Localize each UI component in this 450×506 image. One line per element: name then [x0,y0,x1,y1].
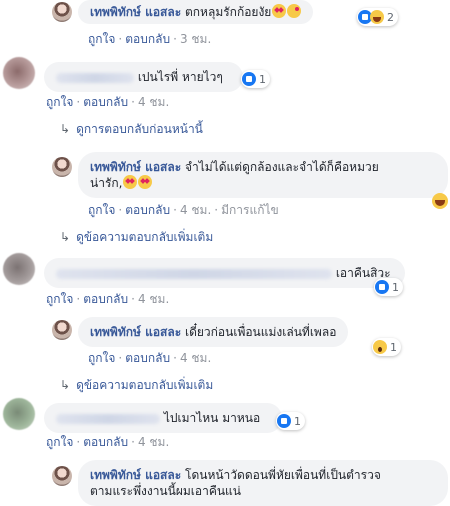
avatar[interactable] [3,57,35,89]
comment-time[interactable]: 4 ชม. [180,203,211,217]
comment-time[interactable]: 4 ชม. [138,95,169,109]
like-icon [277,414,291,428]
laughing-emoji [432,193,448,209]
comment-actions: ถูกใจ · ตอบกลับ · 3 ชม. [88,32,212,46]
reaction-summary[interactable]: 1 [372,338,401,356]
comment-text-line2: ตามแระพึ่งงานนี้ผมเอาคืนแน่ [90,484,241,498]
reply-arrow-icon: ↳ [60,230,71,244]
comment-bubble: เทพพิทักษ์ แอสละ ตกหลุมรักก้อยงัย [78,0,314,24]
reaction-summary[interactable]: 1 [276,412,305,430]
comment-actions: ถูกใจ · ตอบกลับ · 4 ชม. [46,435,170,449]
comment-author[interactable]: เทพพิทักษ์ แอสละ [90,5,181,19]
view-more-replies[interactable]: ↳ ดูข้อความตอบกลับเพิ่มเติม [60,376,213,395]
heart-eyes-emoji [123,175,138,189]
like-link[interactable]: ถูกใจ [46,435,73,449]
toggle-label: ดูข้อความตอบกลับเพิ่มเติม [76,378,214,392]
like-link[interactable]: ถูกใจ [88,351,115,365]
comment-actions: ถูกใจ · ตอบกลับ · 4 ชม. [46,292,170,306]
comment-text-line1: จำไม่ได้แต่ดูกล้องและจำได้ก็คือหมวย [185,160,379,174]
like-icon [375,280,389,294]
reply-link[interactable]: ตอบกลับ [125,203,170,217]
toggle-label: ดูข้อความตอบกลับเพิ่มเติม [76,230,214,244]
avatar[interactable] [3,253,35,285]
avatar[interactable] [52,157,72,177]
like-icon [242,72,256,86]
reply-link[interactable]: ตอบกลับ [83,292,128,306]
heart-eyes-emoji [138,175,153,189]
comment-text: เดี๋ยวก่อนเพื่อนแม่งเล่นที่เพลอ [185,325,337,339]
avatar[interactable] [52,2,72,22]
like-link[interactable]: ถูกใจ [46,95,73,109]
comment-author[interactable]: เทพพิทักษ์ แอสละ [90,468,181,482]
reaction-summary[interactable]: 2 [357,8,398,26]
view-previous-replies[interactable]: ↳ ดูการตอบกลับก่อนหน้านี้ [60,120,203,139]
redacted-author [56,72,134,83]
comment-author[interactable]: เทพพิทักษ์ แอสละ [90,160,181,174]
wow-icon [373,340,387,354]
reply-arrow-icon: ↳ [60,122,71,136]
comment-text: ไปเมาไหน มาหนอ [163,411,261,425]
comment-text: ตกหลุมรักก้อยงัย [185,5,272,19]
comment-text-line1: โดนหน้าวัดดอนพี่หัยเพื่อนที่เป็นตำรวจ [185,468,381,482]
reply-link[interactable]: ตอบกลับ [125,351,170,365]
comment-actions: ถูกใจ · ตอบกลับ · 4 ชม. [46,95,170,109]
comment-bubble: เปนไรพี่ หายไวๆ [44,62,243,92]
reaction-count: 2 [387,10,394,24]
comment-bubble: เอาคืนสิวะ [44,258,405,288]
comment-time[interactable]: 4 ชม. [138,435,169,449]
comment-text: เปนไรพี่ หายไวๆ [137,70,223,84]
comment-time[interactable]: 4 ชม. [138,292,169,306]
reaction-count: 1 [390,340,397,354]
reply-link[interactable]: ตอบกลับ [83,435,128,449]
like-link[interactable]: ถูกใจ [88,203,115,217]
comment-actions: ถูกใจ · ตอบกลับ · 4 ชม. · มีการแก้ไข [88,203,279,217]
comment-time[interactable]: 4 ชม. [180,351,211,365]
heart-eyes-emoji [272,4,287,18]
like-link[interactable]: ถูกใจ [46,292,73,306]
reaction-count: 1 [294,414,301,428]
comment-bubble: เทพพิทักษ์ แอสละ โดนหน้าวัดดอนพี่หัยเพื่… [78,460,448,506]
comment-text-line2: น่ารัก, [90,176,123,190]
avatar[interactable] [52,320,72,340]
haha-icon [370,10,384,24]
comment-author[interactable]: เทพพิทักษ์ แอสละ [90,325,181,339]
reaction-summary[interactable]: 1 [241,70,270,88]
like-link[interactable]: ถูกใจ [88,32,115,46]
reply-link[interactable]: ตอบกลับ [125,32,170,46]
comment-bubble: ไปเมาไหน มาหนอ [44,403,283,433]
comment-bubble: เทพพิทักษ์ แอสละ จำไม่ได้แต่ดูกล้องและจำ… [78,152,448,198]
kissing-emoji [287,4,302,18]
reply-arrow-icon: ↳ [60,378,71,392]
view-more-replies[interactable]: ↳ ดูข้อความตอบกลับเพิ่มเติม [60,228,213,247]
reaction-summary[interactable]: 1 [374,278,403,296]
redacted-author [56,268,332,279]
reply-link[interactable]: ตอบกลับ [83,95,128,109]
edited-label[interactable]: มีการแก้ไข [221,203,279,217]
reaction-count: 1 [392,280,399,294]
avatar[interactable] [52,466,72,486]
avatar[interactable] [3,398,35,430]
redacted-author [56,413,160,424]
comment-actions: ถูกใจ · ตอบกลับ · 4 ชม. [88,351,212,365]
reaction-count: 1 [259,72,266,86]
comment-bubble: เทพพิทักษ์ แอสละ เดี๋ยวก่อนเพื่อนแม่งเล่… [78,317,349,347]
toggle-label: ดูการตอบกลับก่อนหน้านี้ [76,122,203,136]
comment-time[interactable]: 3 ชม. [180,32,211,46]
